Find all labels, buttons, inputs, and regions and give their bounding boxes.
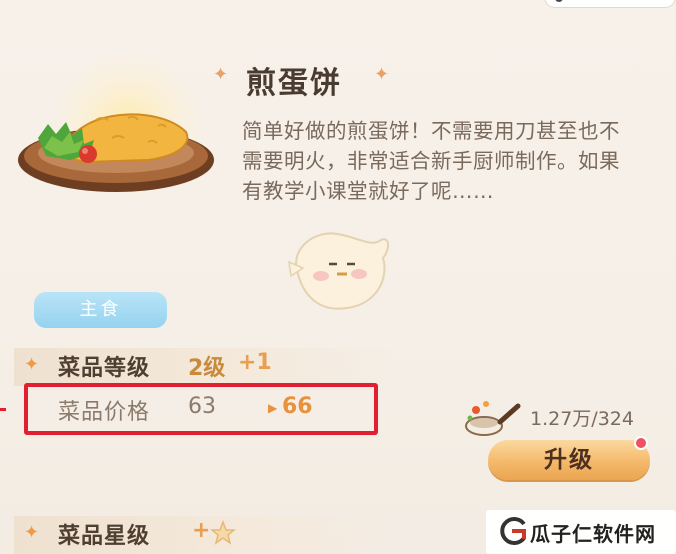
dish-title: 煎蛋饼	[246, 66, 342, 101]
level-value: 2级	[188, 356, 226, 381]
watermark-text: 瓜子仁软件网	[530, 522, 656, 546]
upgrade-button[interactable]: 升级	[488, 440, 650, 480]
omelette-plate-icon	[18, 113, 214, 192]
stars-label: 菜品星级	[58, 524, 151, 549]
watermark: 瓜子仁软件网	[486, 510, 676, 554]
stars-increase: +	[192, 518, 211, 543]
notification-dot	[634, 436, 648, 450]
dish-stars-row: ✦ 菜品星级 +	[0, 516, 400, 554]
chick-mascot-icon	[288, 232, 389, 310]
watermark-logo-icon	[500, 517, 526, 545]
dish-description: 简单好做的煎蛋饼！不需要用刀甚至也不需要明火，非常适合新手厨师制作。如果有教学小…	[242, 119, 620, 203]
upgrade-cost: 1.27万/324	[530, 408, 634, 430]
highlight-marker	[0, 408, 6, 411]
dish-image	[8, 50, 220, 210]
level-label: 菜品等级	[58, 356, 151, 381]
category-tag: 主食	[34, 292, 167, 328]
sparkle-icon: ✦	[374, 64, 390, 85]
sparkle-icon: ✦	[213, 64, 229, 85]
sparkle-icon: ✦	[24, 354, 40, 375]
sparkle-icon: ✦	[24, 522, 40, 543]
price-highlight-box	[24, 383, 378, 435]
frying-pan-icon	[465, 401, 521, 436]
level-increase: +1	[238, 350, 272, 375]
dish-detail-panel: ✦ ✦ 煎蛋饼 简单好做的煎蛋饼！不需要用刀甚至也不需要明火，非常适合新手厨师制…	[0, 0, 676, 554]
star-icon	[210, 520, 236, 545]
top-status-pill[interactable]	[544, 0, 676, 8]
dish-level-row: ✦ 菜品等级 2级 +1	[0, 348, 400, 386]
status-dot-icon	[555, 0, 563, 2]
